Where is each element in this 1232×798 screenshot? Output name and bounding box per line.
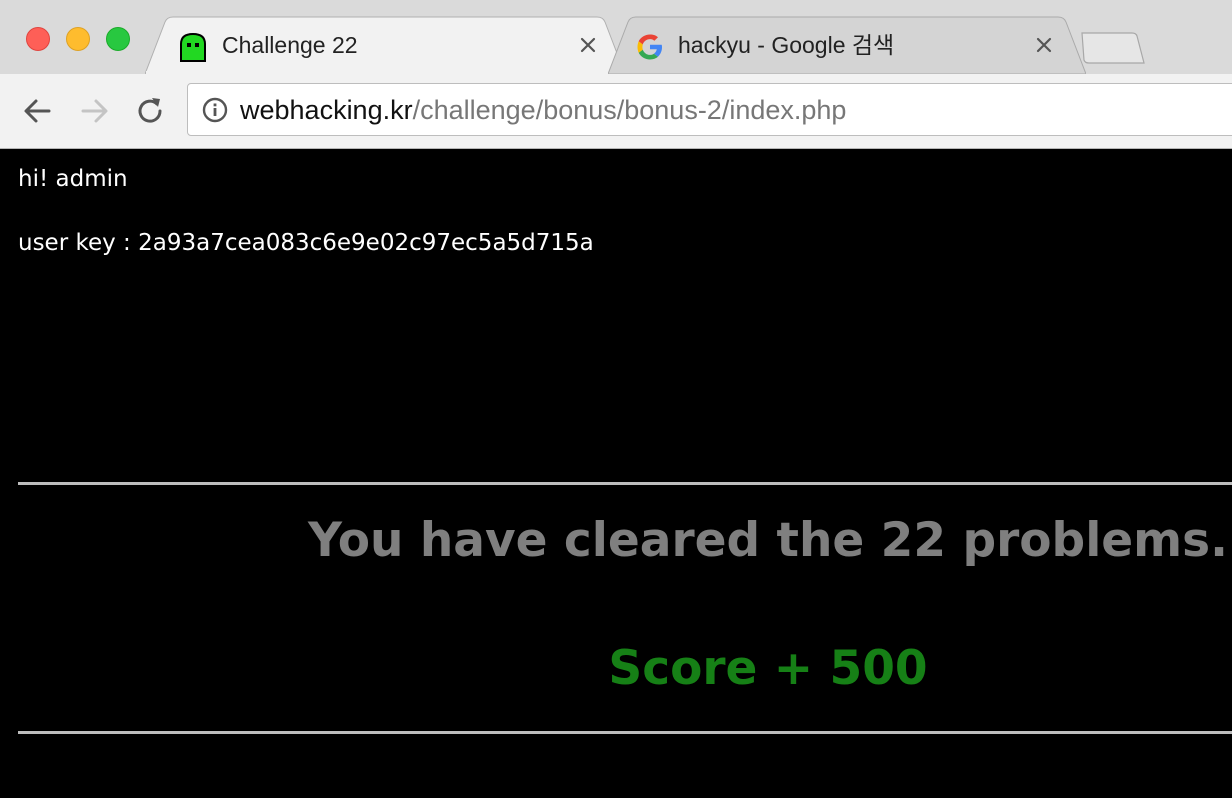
score-message: Score + 500 <box>608 641 928 696</box>
forward-arrow-icon[interactable] <box>77 94 111 128</box>
google-g-favicon <box>637 34 662 60</box>
new-tab-button[interactable] <box>1080 32 1146 64</box>
tab-close-icon[interactable] <box>1033 34 1055 56</box>
back-arrow-icon[interactable] <box>21 94 55 128</box>
url-text: webhacking.kr/challenge/bonus/bonus-2/in… <box>240 94 846 126</box>
tab-close-icon[interactable] <box>577 34 599 56</box>
greeting-text: hi! admin <box>18 166 128 192</box>
tab-background <box>145 16 625 74</box>
url-path: /challenge/bonus/bonus-2/index.php <box>412 95 847 125</box>
browser-toolbar: webhacking.kr/challenge/bonus/bonus-2/in… <box>0 74 1232 148</box>
user-key-text: user key : 2a93a7cea083c6e9e02c97ec5a5d7… <box>18 230 594 256</box>
window-minimize-button[interactable] <box>66 27 90 51</box>
page-content: hi! admin user key : 2a93a7cea083c6e9e02… <box>0 149 1232 798</box>
site-info-icon[interactable] <box>202 97 228 123</box>
browser-chrome: Challenge 22 hackyu - Google 검색 webhacki… <box>0 0 1232 149</box>
reload-icon[interactable] <box>133 94 167 128</box>
divider-top <box>18 482 1232 485</box>
tab-strip: Challenge 22 hackyu - Google 검색 <box>0 0 1232 74</box>
tab-title: hackyu - Google 검색 <box>678 32 895 58</box>
window-zoom-button[interactable] <box>106 27 130 51</box>
cleared-message: You have cleared the 22 problems. <box>308 513 1228 568</box>
tab-google-search[interactable]: hackyu - Google 검색 <box>608 16 1086 74</box>
url-host: webhacking.kr <box>240 95 413 125</box>
green-ghost-favicon <box>180 32 206 62</box>
tab-challenge-22[interactable]: Challenge 22 <box>145 16 625 74</box>
window-close-button[interactable] <box>26 27 50 51</box>
address-bar[interactable]: webhacking.kr/challenge/bonus/bonus-2/in… <box>187 83 1232 136</box>
divider-bottom <box>18 731 1232 734</box>
tab-title: Challenge 22 <box>222 32 358 58</box>
